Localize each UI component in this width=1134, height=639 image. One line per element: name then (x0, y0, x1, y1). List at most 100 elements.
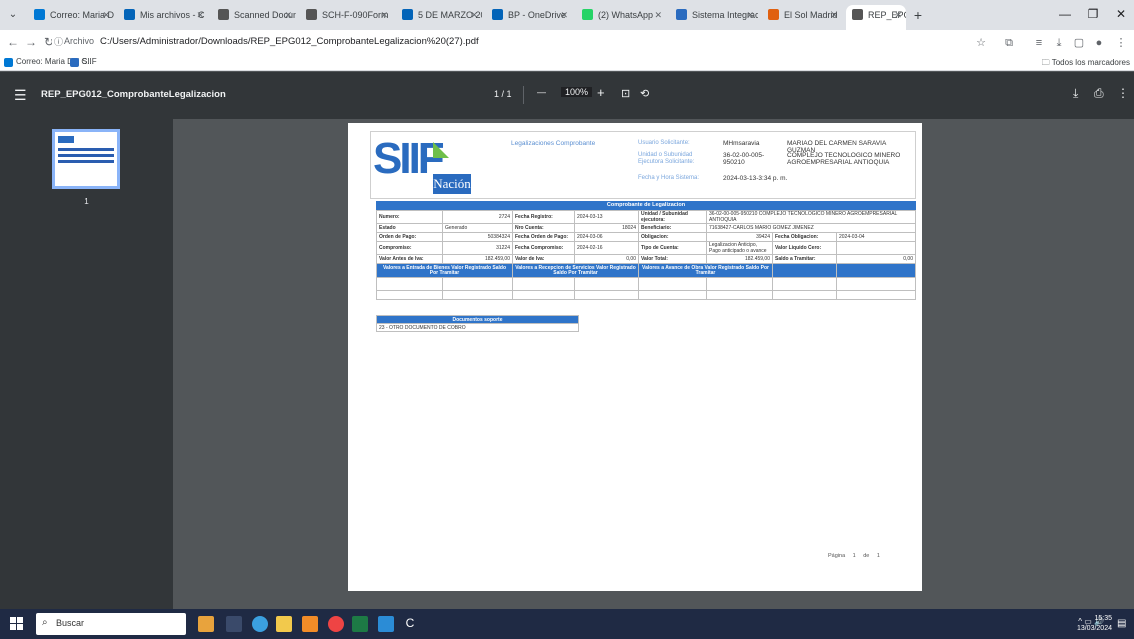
tab-close-icon[interactable]: ✕ (746, 5, 754, 25)
tab-close-icon[interactable]: ✕ (894, 5, 902, 25)
pdf-menu-icon[interactable]: ☰ (14, 87, 27, 104)
explorer-icon[interactable] (276, 616, 292, 632)
clock[interactable]: 15:35 13/03/2024 (1077, 614, 1112, 634)
extensions-icon[interactable]: ⧉ (1000, 34, 1018, 52)
page-thumbnail[interactable] (52, 129, 120, 189)
report-header: SIIF Nación Legalizaciones Comprobante U… (370, 131, 916, 199)
browser-menu-icon[interactable]: ⋮ (1112, 34, 1130, 52)
screen: ⌄ Correo: Maria De ✕ Mis archivos - C ✕ Scan… (0, 0, 1134, 639)
unidad-code: 36-02-00-005-950210 (723, 152, 765, 166)
tab-close-icon[interactable]: ✕ (654, 5, 662, 25)
c-app-icon[interactable]: C (402, 616, 418, 632)
teams-icon[interactable] (378, 616, 394, 632)
tab-close-icon[interactable]: ✕ (196, 5, 204, 25)
tab-favicon (676, 9, 687, 20)
windows-start-icon[interactable] (10, 617, 24, 631)
browser-toolbar: ← → ↻ ⓘ Archivo C:/Users/Administrador/D… (0, 30, 1134, 55)
new-tab-button[interactable]: + (908, 5, 928, 25)
chrome-icon[interactable] (328, 616, 344, 632)
logo-sub: Nación (433, 174, 471, 194)
bookmark-star-icon[interactable]: ☆ (972, 34, 990, 52)
download-icon[interactable]: ⤓ (1050, 34, 1068, 52)
restore-button[interactable]: ❐ (1082, 4, 1104, 24)
fecha-label: Fecha y Hora Sistema: (638, 175, 700, 181)
tab-label: Mis archivos - C (140, 10, 205, 20)
tab-favicon (852, 9, 863, 20)
all-bookmarks[interactable]: 🗀 Todos los marcadores (1042, 57, 1130, 71)
browser-tab[interactable]: Mis archivos - C ✕ (118, 5, 208, 30)
tab-favicon (218, 9, 229, 20)
tab-favicon (582, 9, 593, 20)
tab-close-icon[interactable]: ✕ (380, 5, 388, 25)
pdf-download-icon[interactable]: ⤓ (1073, 86, 1078, 101)
profile-avatar[interactable]: ● (1090, 34, 1108, 52)
tab-close-icon[interactable]: ✕ (560, 5, 568, 25)
tab-favicon (34, 9, 45, 20)
close-window-button[interactable]: ✕ (1110, 4, 1132, 24)
zoom-out-icon[interactable]: — (537, 87, 546, 97)
tab-label: SCH-F-090Form (322, 10, 389, 20)
docs-item: 23 - OTRO DOCUMENTO DE COBRO (376, 323, 579, 332)
unidad-name: COMPLEJO TECNOLOGICO MINERO AGROEMPRESAR… (787, 152, 901, 166)
minimize-button[interactable]: — (1054, 4, 1076, 24)
browser-tab[interactable]: (2) WhatsApp ✕ (576, 5, 666, 30)
table-row: Numero: 2724 Fecha Registro: 2024-03-13 … (376, 210, 916, 224)
tab-favicon (306, 9, 317, 20)
excel-icon[interactable] (352, 616, 368, 632)
taskbar-search[interactable]: ⌕ Buscar (36, 613, 186, 635)
print-icon[interactable]: ⎙ (1094, 86, 1104, 101)
notification-icon[interactable]: ▤ (1117, 618, 1129, 630)
page-indicator[interactable]: 1 / 1 (494, 89, 512, 99)
tab-close-icon[interactable]: ✕ (470, 5, 478, 25)
tab-favicon (492, 9, 503, 20)
docs-title: Documentos soporte (376, 315, 579, 324)
unidad-label: Unidad o Subunidad Ejecutora Solicitante… (638, 152, 695, 165)
address-url[interactable]: C:/Users/Administrador/Downloads/REP_EPG… (100, 36, 479, 47)
rotate-icon[interactable]: ⟲ (640, 87, 649, 100)
pdf-more-icon[interactable]: ⋮ (1117, 86, 1129, 100)
edge-icon[interactable] (252, 616, 268, 632)
forward-icon[interactable]: → (22, 33, 40, 51)
zoom-in-icon[interactable]: + (597, 85, 605, 100)
tab-search-icon[interactable]: ⌄ (4, 6, 22, 24)
table-row: Estado Generado Nro Cuenta: 18024 Benefi… (376, 223, 916, 233)
usuario-id: MHmsaravia (723, 140, 760, 147)
tab-strip: ⌄ Correo: Maria De ✕ Mis archivos - C ✕ Scan… (0, 0, 1134, 30)
fecha-val: 2024-03-13-3:34 p. m. (723, 175, 788, 182)
taskbar: ⌕ Buscar C ^ ▭ 🔊 15:35 13/03/2024 ▤ (0, 609, 1134, 639)
browser-tab[interactable]: 5 DE MARZO 20 ✕ (396, 5, 482, 30)
tab-favicon (768, 9, 779, 20)
browser-tab[interactable]: Correo: Maria De ✕ (28, 5, 114, 30)
browser-tab[interactable]: BP - OneDrive ✕ (486, 5, 572, 30)
tab-close-icon[interactable]: ✕ (102, 5, 110, 25)
weather-icon[interactable] (198, 616, 214, 632)
table-row: Orden de Pago: 50384324 Fecha Orden de P… (376, 232, 916, 242)
table-subheader: Valores a Entrada de Bienes Valor Regist… (376, 263, 916, 278)
tab-close-icon[interactable]: ✕ (830, 5, 838, 25)
logo-text: SIIF (373, 134, 445, 183)
fit-page-icon[interactable]: ⊡ (621, 87, 630, 100)
browser-tab[interactable]: SCH-F-090Form ✕ (300, 5, 392, 30)
bookmark-siif[interactable]: SIIF (70, 57, 97, 67)
tab-favicon (124, 9, 135, 20)
table-row: Valor Antes de Iva: 182.459,00 Valor de … (376, 254, 916, 264)
tab-close-icon[interactable]: ✕ (284, 5, 292, 25)
zoom-level[interactable]: 100% (561, 87, 593, 97)
reading-icon[interactable]: ≡ (1030, 34, 1048, 52)
page-footer: Página 1 de 1 (828, 553, 880, 559)
table-row (376, 277, 916, 291)
tab-label: (2) WhatsApp (598, 10, 654, 20)
tab-favicon (402, 9, 413, 20)
outlook-icon (4, 58, 13, 67)
taskview-icon[interactable] (226, 616, 242, 632)
sidepanel-icon[interactable]: ▢ (1070, 34, 1088, 52)
bookmarks-bar: Correo: Maria Del C... SIIF 🗀 Todos los … (0, 55, 1134, 71)
browser-tab[interactable]: El Sol Madrid ✕ (762, 5, 842, 30)
browser-tab[interactable]: Sistema Integrac ✕ (670, 5, 758, 30)
back-icon[interactable]: ← (4, 33, 22, 51)
browser-tab[interactable]: REP_EPG012_Co✕ (846, 5, 906, 30)
address-bar[interactable]: ⓘ Archivo C:/Users/Administrador/Downloa… (52, 32, 950, 52)
app-icon[interactable] (302, 616, 318, 632)
site-info-icon[interactable]: ⓘ (54, 35, 63, 48)
browser-tab[interactable]: Scanned Docum ✕ (212, 5, 296, 30)
